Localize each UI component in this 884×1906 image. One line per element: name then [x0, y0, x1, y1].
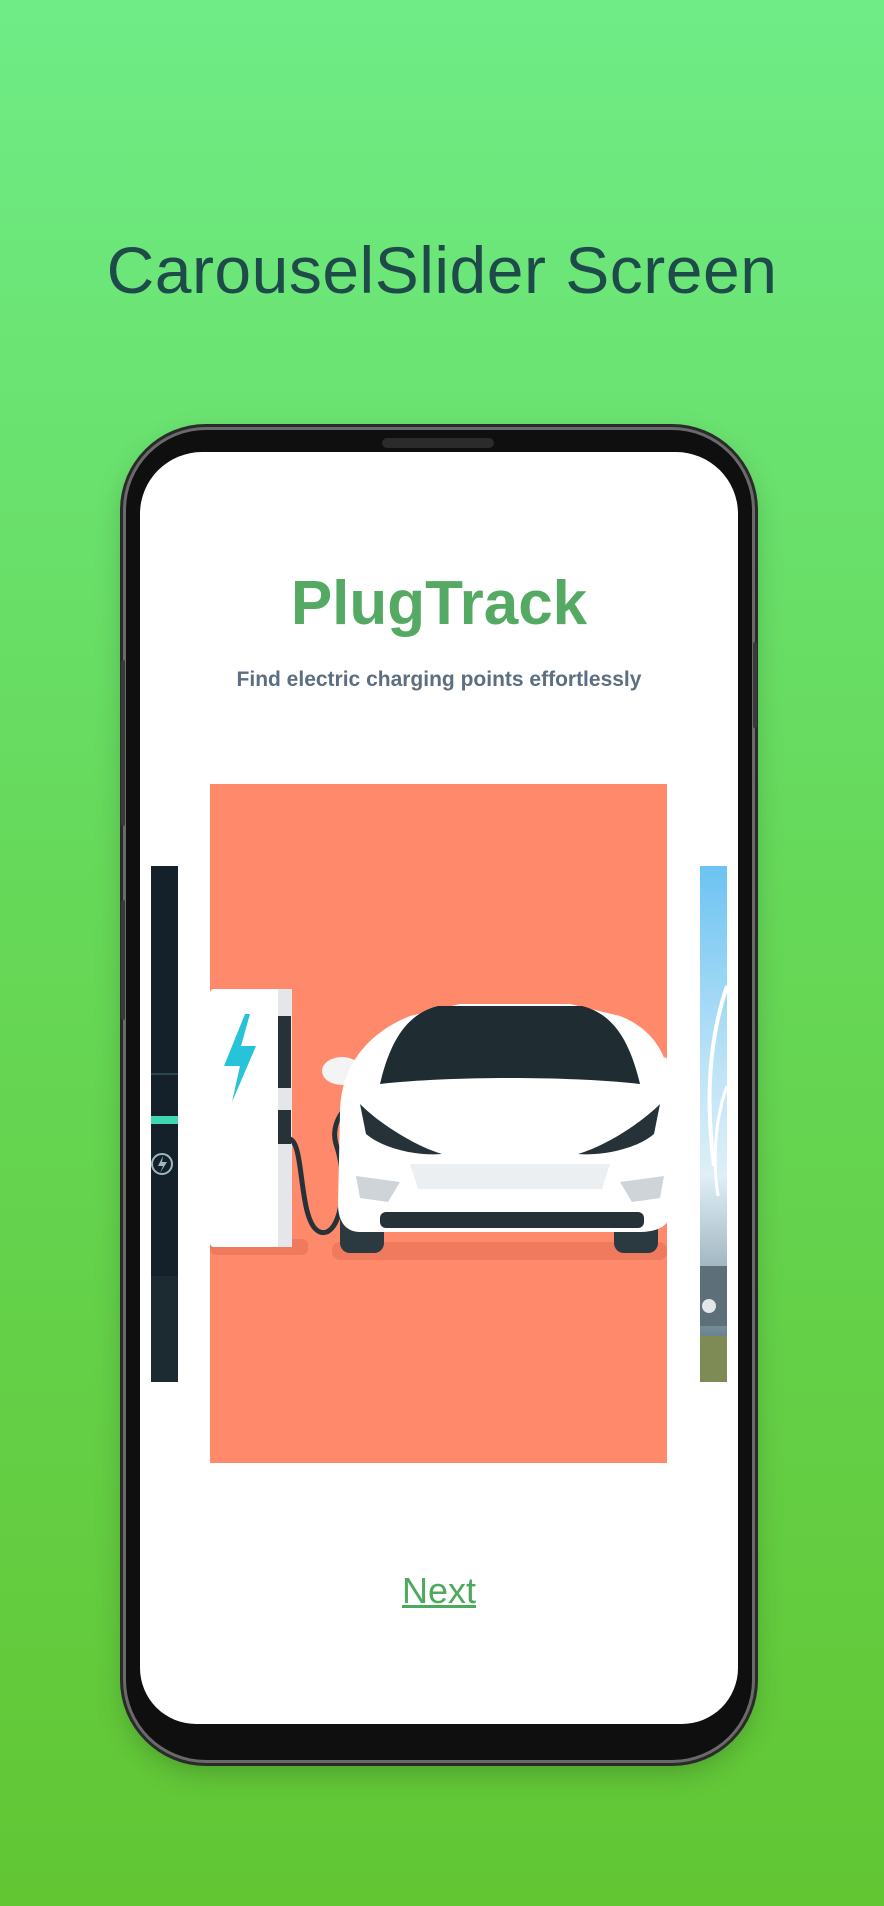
app-title: PlugTrack — [290, 569, 588, 638]
car-charging-illustration — [210, 784, 667, 1463]
phone-volume-button — [121, 660, 125, 826]
carousel-slide-next[interactable] — [700, 866, 727, 1382]
phone-speaker — [382, 438, 494, 448]
phone-power-button — [753, 642, 757, 728]
carousel-slide-active[interactable] — [210, 784, 667, 1463]
sky-landscape-image — [700, 985, 727, 1382]
app-screen: PlugTrack Find electric charging points … — [140, 452, 738, 1724]
phone-frame: PlugTrack Find electric charging points … — [121, 430, 757, 1760]
carousel-slide-previous[interactable] — [151, 866, 178, 1382]
app-subtitle: Find electric charging points effortless… — [236, 668, 642, 691]
phone-volume-button-lower — [121, 900, 125, 1020]
next-button[interactable]: Next — [140, 1570, 738, 1612]
poster-title: CarouselSlider Screen — [106, 233, 778, 307]
charging-station-dark-image — [151, 866, 178, 1382]
